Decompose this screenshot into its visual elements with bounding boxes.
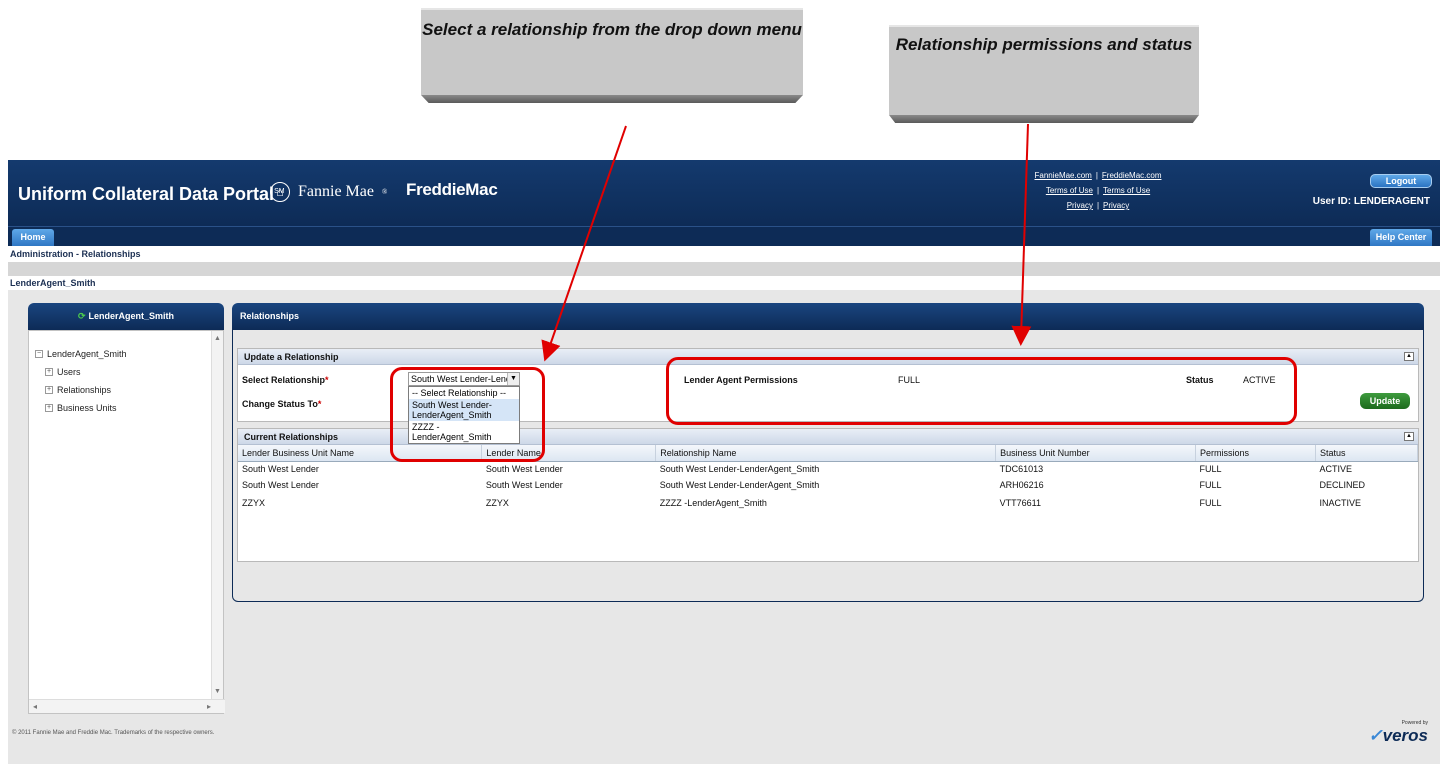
vertical-scrollbar[interactable]: ▲ ▼ [211,331,223,699]
cell: ZZZZ -LenderAgent_Smith [659,498,767,508]
cell: South West Lender [485,464,563,475]
cell: South West Lender-LenderAgent_Smith [659,464,820,475]
sidebar-header[interactable]: ⟳ LenderAgent_Smith [28,303,224,335]
veros-logo: Powered by ✓veros [1368,720,1428,745]
column-header[interactable]: Business Unit Number [995,445,1197,462]
callout-select-relationship: Select a relationship from the drop down… [421,8,803,95]
horizontal-scrollbar[interactable]: ◂ ▸ [29,699,225,713]
refresh-icon: ⟳ [77,311,86,321]
table-row[interactable]: South West Lender South West Lender Sout… [238,461,1418,477]
freddie-mac-logo: FreddieMac [406,180,498,199]
cell: South West Lender-LenderAgent_Smith [659,480,820,490]
logout-button[interactable]: Logout [1370,174,1432,188]
fanniemae-link[interactable]: FannieMae.com [1034,171,1091,180]
column-header[interactable]: Status [1315,445,1419,462]
collapse-section-icon[interactable]: ▲ [1404,432,1414,441]
tab-home[interactable]: Home [12,229,54,247]
sidebar-item-business-units[interactable]: + Business Units [35,399,127,417]
breadcrumb: Administration - Relationships [8,246,1440,262]
sidebar-item-relationships[interactable]: + Relationships [35,381,127,399]
user-id: User ID: LENDERAGENT [1312,196,1430,207]
table-row[interactable]: South West Lender South West Lender Sout… [238,477,1418,493]
cell: FULL [1199,498,1222,508]
scroll-down-icon[interactable]: ▼ [214,688,221,695]
fannie-mae-logo: ⌂ Fannie Mae ® [270,182,387,202]
fannie-mae-house-icon: ⌂ [270,182,290,202]
cell: ZZYX [242,498,266,508]
collapse-section-icon[interactable]: ▲ [1404,352,1414,361]
privacy-link-2[interactable]: Privacy [1103,201,1129,210]
cell: VTT76611 [999,498,1041,508]
scroll-right-icon[interactable]: ▸ [207,702,211,711]
expand-icon[interactable]: + [45,386,53,394]
divider-bar [8,262,1440,276]
scroll-left-icon[interactable]: ◂ [33,702,37,711]
sidebar-item-users[interactable]: + Users [35,363,127,381]
cell: ACTIVE [1319,464,1352,475]
portal-title: Uniform Collateral Data PortalSM [18,184,285,204]
help-center-button[interactable]: Help Center [1370,229,1432,247]
terms-link-1[interactable]: Terms of Use [1046,186,1093,195]
cell: FULL [1199,480,1222,490]
select-relationship-label: Select Relationship* [242,375,329,385]
header-links: FannieMae.com | FreddieMac.com Terms of Us… [1034,171,1162,210]
cell: FULL [1199,464,1222,475]
cell: DECLINED [1319,480,1365,490]
expand-icon[interactable]: + [45,368,53,376]
sidebar-tree-panel: − LenderAgent_Smith + Users + Relationships… [28,330,225,714]
expand-icon[interactable]: + [45,404,53,412]
cell: ZZYX [485,498,509,508]
cell: INACTIVE [1319,498,1361,508]
footer-copyright: © 2011 Fannie Mae and Freddie Mac. Trade… [12,730,215,736]
highlight-permissions-box [666,357,1297,425]
update-button[interactable]: Update [1360,393,1410,409]
header: Uniform Collateral Data PortalSM ⌂ Fanni… [8,160,1440,226]
cell: ARH06216 [999,480,1044,490]
cell: South West Lender [242,480,319,490]
table-row[interactable]: ZZYX ZZYX ZZZZ -LenderAgent_Smith VTT766… [238,493,1418,509]
collapse-icon[interactable]: − [35,350,43,358]
column-header[interactable]: Relationship Name [655,445,997,462]
cell: South West Lender [485,480,563,490]
tree: − LenderAgent_Smith + Users + Relationships… [35,345,127,417]
tree-root[interactable]: − LenderAgent_Smith [35,345,127,363]
nav-bar: Home Help Center [8,226,1440,247]
freddiemac-link[interactable]: FreddieMac.com [1102,171,1162,180]
cell: TDC61013 [999,464,1044,475]
callout-permissions-status: Relationship permissions and status [889,25,1199,115]
cell: South West Lender [242,464,319,475]
change-status-label: Change Status To* [242,399,322,409]
highlight-dropdown-box [390,367,545,462]
scroll-up-icon[interactable]: ▲ [214,335,221,342]
terms-link-2[interactable]: Terms of Use [1103,186,1150,195]
column-header[interactable]: Permissions [1195,445,1316,462]
main-panel-title: Relationships [232,303,1424,330]
privacy-link-1[interactable]: Privacy [1067,201,1093,210]
context-title: LenderAgent_Smith [8,276,1440,290]
app-window: Uniform Collateral Data PortalSM ⌂ Fanni… [8,160,1440,764]
